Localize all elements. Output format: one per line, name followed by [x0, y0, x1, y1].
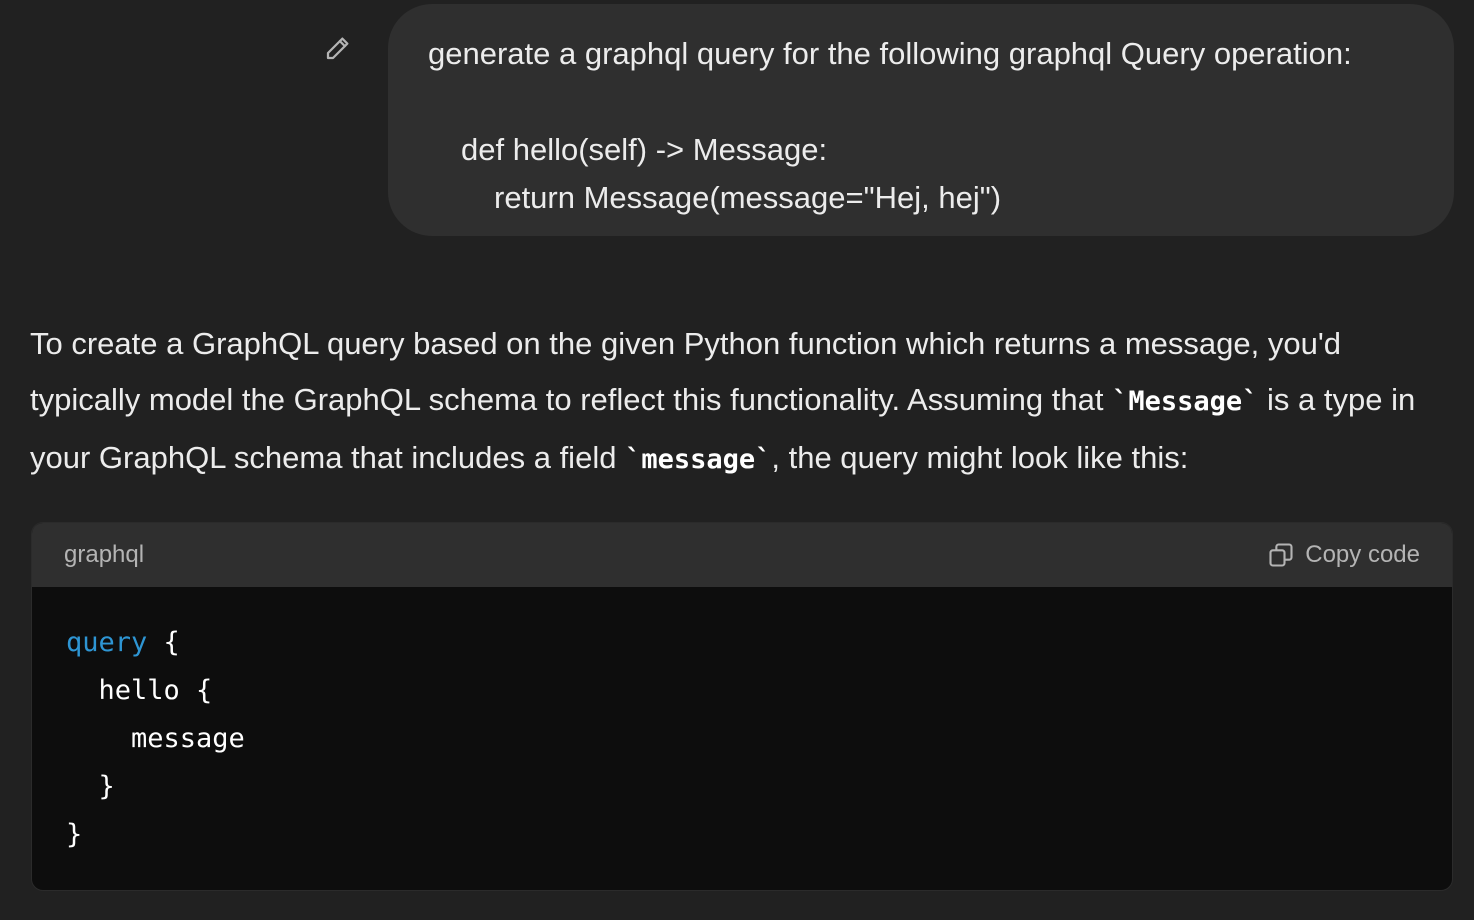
- copy-code-button[interactable]: Copy code: [1267, 541, 1420, 569]
- code-block-header: graphql Copy code: [32, 523, 1452, 587]
- code-content: query { hello { message } }: [32, 587, 1452, 859]
- code-language-label: graphql: [64, 541, 145, 568]
- code-text: {: [147, 627, 180, 658]
- code-line: query {: [66, 619, 1418, 667]
- code-line: }: [66, 771, 115, 802]
- copy-code-label: Copy code: [1305, 541, 1420, 568]
- code-block: graphql Copy code query { hello { messag…: [31, 522, 1453, 891]
- inline-code: `Message`: [1112, 386, 1259, 417]
- chat-page: generate a graphql query for the followi…: [0, 0, 1474, 920]
- inline-code: `message`: [625, 444, 772, 475]
- user-message-line: generate a graphql query for the followi…: [428, 36, 1352, 71]
- code-line: message: [66, 723, 245, 754]
- edit-message-button[interactable]: [318, 28, 358, 68]
- user-message-blank-line: [428, 78, 1414, 126]
- assistant-response-paragraph: To create a GraphQL query based on the g…: [30, 316, 1450, 488]
- code-keyword: query: [66, 627, 148, 658]
- user-message-line: return Message(message="Hej, hej"): [494, 180, 1002, 215]
- user-message-line: def hello(self) -> Message:: [461, 132, 828, 167]
- code-line: }: [66, 819, 83, 850]
- pencil-icon: [323, 33, 353, 63]
- code-line: hello {: [66, 675, 213, 706]
- assistant-text-part: , the query might look like this:: [771, 440, 1189, 475]
- user-message-bubble: generate a graphql query for the followi…: [388, 4, 1454, 236]
- copy-icon: [1267, 541, 1295, 569]
